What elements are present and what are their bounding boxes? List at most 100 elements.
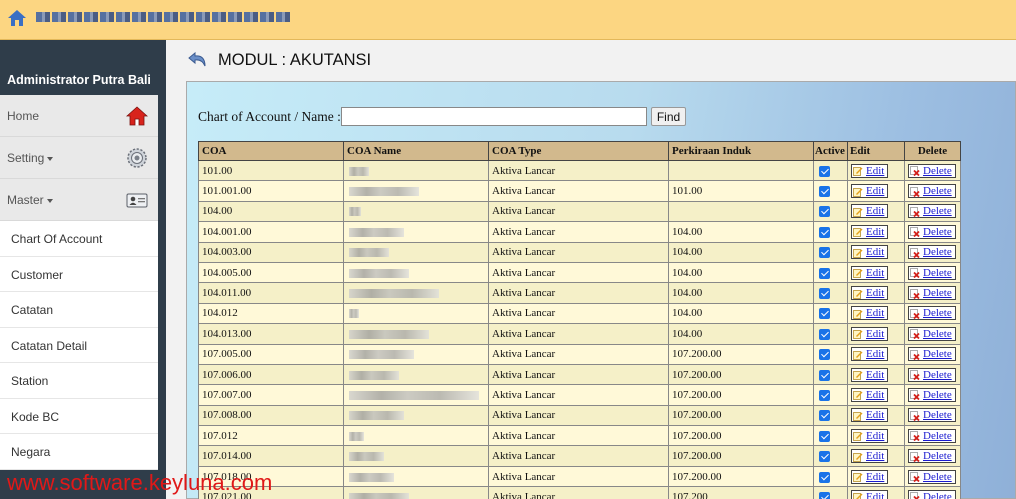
table-row[interactable]: 107.005.00 Aktiva Lancar 107.200.00 Edit Del… [198, 343, 961, 365]
delete-button[interactable]: Delete [908, 245, 956, 260]
table-row[interactable]: 104.011.00 Aktiva Lancar 104.00 Edit Delete [198, 282, 961, 304]
edit-button[interactable]: Edit [851, 449, 889, 464]
edit-button[interactable]: Edit [851, 408, 889, 423]
column-header[interactable]: Edit [847, 141, 905, 161]
active-checkbox[interactable] [819, 471, 830, 483]
delete-link[interactable]: Delete [923, 226, 952, 238]
delete-button[interactable]: Delete [908, 204, 956, 219]
delete-button[interactable]: Delete [908, 408, 956, 423]
column-header[interactable]: Delete [904, 141, 961, 161]
sidebar-item-master[interactable]: Master [0, 179, 158, 221]
active-checkbox[interactable] [819, 186, 830, 198]
delete-link[interactable]: Delete [923, 165, 952, 177]
column-header[interactable]: Active [813, 141, 848, 161]
sidebar-item-home[interactable]: Home [0, 95, 158, 137]
edit-button[interactable]: Edit [851, 163, 889, 178]
active-checkbox[interactable] [819, 349, 830, 361]
delete-button[interactable]: Delete [908, 489, 956, 499]
edit-button[interactable]: Edit [851, 286, 889, 301]
edit-link[interactable]: Edit [866, 450, 884, 462]
table-row[interactable]: 104.00 Aktiva Lancar Edit Delete [198, 200, 961, 223]
edit-button[interactable]: Edit [851, 367, 889, 382]
delete-link[interactable]: Delete [923, 307, 952, 319]
active-checkbox[interactable] [819, 328, 830, 340]
column-header[interactable]: COA Type [488, 141, 669, 161]
table-row[interactable]: 107.018.00 Aktiva Lancar 107.200.00 Edit Del… [198, 465, 961, 488]
submenu-item-negara[interactable]: Negara [0, 434, 158, 470]
active-checkbox[interactable] [819, 288, 830, 299]
active-checkbox[interactable] [819, 491, 830, 499]
edit-link[interactable]: Edit [866, 471, 884, 483]
edit-link[interactable]: Edit [866, 409, 884, 421]
delete-button[interactable]: Delete [908, 367, 956, 382]
delete-link[interactable]: Delete [923, 450, 952, 462]
search-input[interactable] [341, 107, 647, 126]
active-checkbox[interactable] [819, 165, 830, 177]
delete-link[interactable]: Delete [923, 185, 952, 197]
submenu-item-catatan-detail[interactable]: Catatan Detail [0, 327, 158, 363]
edit-link[interactable]: Edit [866, 491, 884, 499]
table-row[interactable]: 104.003.00 Aktiva Lancar 104.00 Edit Delete [198, 241, 961, 263]
edit-button[interactable]: Edit [851, 428, 889, 443]
delete-button[interactable]: Delete [908, 469, 956, 484]
table-row[interactable]: 104.001.00 Aktiva Lancar 104.00 Edit Delete [198, 221, 961, 243]
table-row[interactable]: 104.005.00 Aktiva Lancar 104.00 Edit Delete [198, 261, 961, 284]
submenu-item-catatan[interactable]: Catatan [0, 292, 158, 328]
delete-button[interactable]: Delete [908, 224, 956, 239]
delete-link[interactable]: Delete [923, 409, 952, 421]
active-checkbox[interactable] [819, 389, 830, 401]
edit-button[interactable]: Edit [851, 184, 889, 199]
delete-link[interactable]: Delete [923, 348, 952, 360]
edit-button[interactable]: Edit [851, 204, 889, 219]
edit-link[interactable]: Edit [866, 267, 884, 279]
active-checkbox[interactable] [819, 206, 830, 218]
edit-link[interactable]: Edit [866, 246, 884, 258]
active-checkbox[interactable] [819, 451, 830, 463]
column-header[interactable]: COA [198, 141, 344, 161]
submenu-item-chart-of-account[interactable]: Chart Of Account [0, 221, 158, 257]
delete-link[interactable]: Delete [923, 471, 952, 483]
edit-button[interactable]: Edit [851, 265, 889, 280]
edit-button[interactable]: Edit [851, 469, 889, 484]
back-arrow-icon[interactable] [187, 50, 209, 70]
edit-link[interactable]: Edit [866, 307, 884, 319]
edit-link[interactable]: Edit [866, 226, 884, 238]
delete-button[interactable]: Delete [908, 184, 956, 199]
active-checkbox[interactable] [819, 430, 830, 442]
delete-button[interactable]: Delete [908, 326, 956, 341]
table-row[interactable]: 107.021.00 Aktiva Lancar 107.200 Edit Delete [198, 486, 961, 499]
edit-button[interactable]: Edit [851, 347, 889, 362]
find-button[interactable]: Find [651, 107, 686, 126]
edit-button[interactable]: Edit [851, 489, 889, 499]
table-row[interactable]: 107.008.00 Aktiva Lancar 107.200.00 Edit Del… [198, 404, 961, 427]
edit-link[interactable]: Edit [866, 369, 884, 381]
table-row[interactable]: 107.014.00 Aktiva Lancar 107.200.00 Edit Del… [198, 445, 961, 467]
delete-button[interactable]: Delete [908, 163, 956, 178]
edit-link[interactable]: Edit [866, 185, 884, 197]
delete-button[interactable]: Delete [908, 306, 956, 321]
table-row[interactable]: 101.001.00 Aktiva Lancar 101.00 Edit Delete [198, 180, 961, 202]
edit-button[interactable]: Edit [851, 387, 889, 402]
table-row[interactable]: 107.012 Aktiva Lancar 107.200.00 Edit Delete [198, 425, 961, 447]
active-checkbox[interactable] [819, 410, 830, 422]
table-row[interactable]: 107.007.00 Aktiva Lancar 107.200.00 Edit Del… [198, 384, 961, 406]
table-row[interactable]: 104.012 Aktiva Lancar 104.00 Edit Delete [198, 302, 961, 325]
delete-link[interactable]: Delete [923, 369, 952, 381]
active-checkbox[interactable] [819, 308, 830, 320]
edit-link[interactable]: Edit [866, 287, 884, 299]
column-header[interactable]: Perkiraan Induk [668, 141, 814, 161]
delete-link[interactable]: Delete [923, 430, 952, 442]
delete-link[interactable]: Delete [923, 267, 952, 279]
delete-button[interactable]: Delete [908, 286, 956, 301]
home-icon[interactable] [7, 8, 27, 28]
table-row[interactable]: 107.006.00 Aktiva Lancar 107.200.00 Edit Del… [198, 363, 961, 386]
table-row[interactable]: 101.00 Aktiva Lancar Edit Delete [198, 159, 961, 182]
active-checkbox[interactable] [819, 247, 830, 259]
delete-link[interactable]: Delete [923, 287, 952, 299]
delete-link[interactable]: Delete [923, 389, 952, 401]
column-header[interactable]: COA Name [343, 141, 489, 161]
delete-button[interactable]: Delete [908, 265, 956, 280]
edit-link[interactable]: Edit [866, 205, 884, 217]
table-row[interactable]: 104.013.00 Aktiva Lancar 104.00 Edit Delete [198, 323, 961, 345]
delete-button[interactable]: Delete [908, 387, 956, 402]
